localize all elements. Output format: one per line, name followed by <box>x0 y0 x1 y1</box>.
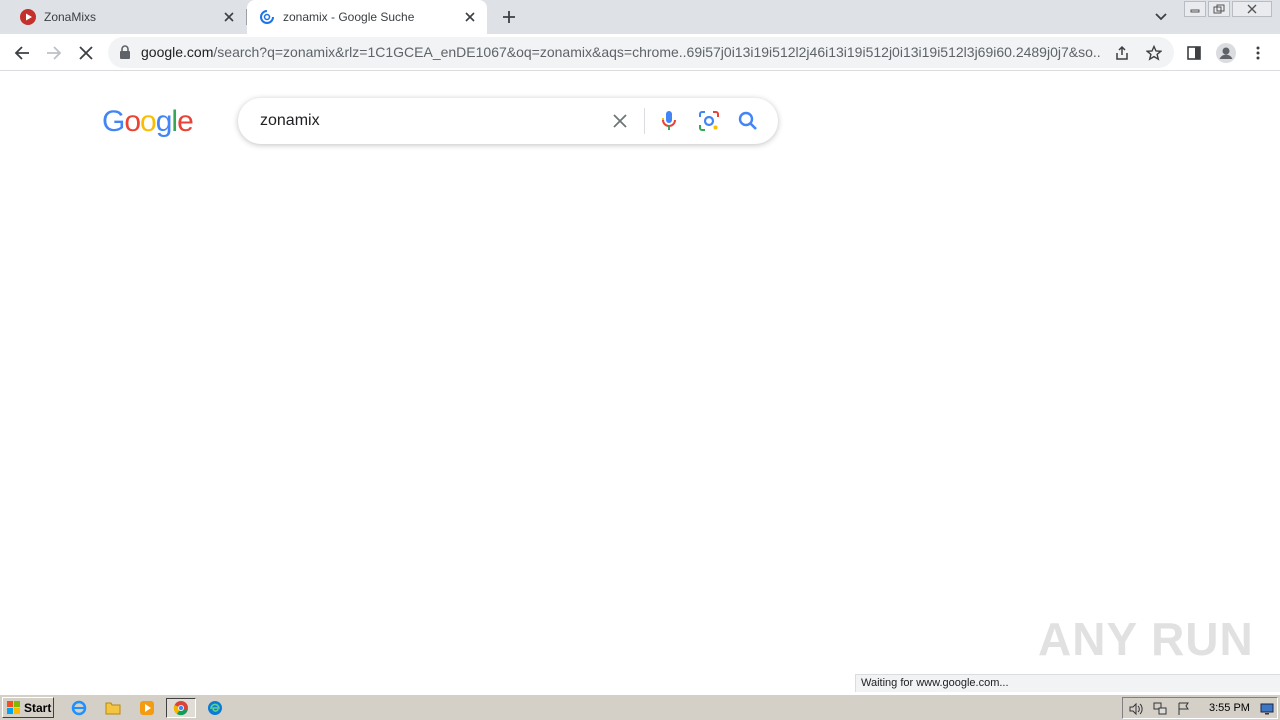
search-icon <box>738 111 757 130</box>
flag-icon <box>1178 702 1189 715</box>
close-icon <box>613 114 627 128</box>
internet-explorer-icon <box>71 700 87 716</box>
google-loading-icon <box>260 10 274 24</box>
taskbar: Start 3:55 PM <box>0 694 1280 720</box>
edge-icon <box>208 701 222 715</box>
more-vertical-icon <box>1256 46 1260 60</box>
logo-letter: e <box>177 105 194 138</box>
minimize-icon <box>1190 9 1200 13</box>
logo-letter: o <box>140 105 157 138</box>
voice-search-button[interactable] <box>657 109 681 133</box>
tab-zonamixs[interactable]: ZonaMixs <box>0 0 246 34</box>
address-url[interactable]: google.com/search?q=zonamix&rlz=1C1GCEA_… <box>141 37 1101 68</box>
media-player-icon <box>140 701 154 715</box>
minimize-button[interactable] <box>1184 1 1206 17</box>
restore-button[interactable] <box>1208 1 1230 17</box>
profile-button[interactable] <box>1213 40 1239 66</box>
tab-search-button[interactable] <box>1150 6 1172 28</box>
logo-letter: g <box>155 105 173 138</box>
address-bar[interactable]: google.com/search?q=zonamix&rlz=1C1GCEA_… <box>108 37 1174 68</box>
browser-toolbar: google.com/search?q=zonamix&rlz=1C1GCEA_… <box>0 34 1280 71</box>
share-icon <box>1116 45 1128 60</box>
logo-letter: G <box>102 105 125 138</box>
new-tab-button[interactable] <box>497 5 521 29</box>
clear-search-button[interactable] <box>608 109 632 133</box>
tab-label: ZonaMixs <box>44 10 97 24</box>
chrome-taskbar-button[interactable] <box>166 698 196 718</box>
plus-icon <box>503 11 515 23</box>
action-center-tray-button[interactable] <box>1176 701 1192 717</box>
avatar-icon <box>1216 43 1236 63</box>
close-window-button[interactable] <box>1232 1 1272 17</box>
volume-tray-button[interactable] <box>1128 701 1144 717</box>
media-player-button[interactable] <box>136 698 158 718</box>
menu-button[interactable] <box>1245 40 1271 66</box>
folder-icon <box>105 702 121 715</box>
restore-icon <box>1213 4 1225 14</box>
arrow-left-icon <box>14 46 29 60</box>
system-tray: 3:55 PM <box>1122 697 1278 719</box>
side-panel-button[interactable] <box>1181 40 1207 66</box>
status-bubble: Waiting for www.google.com... <box>855 674 1280 692</box>
desktop-icon <box>1260 703 1274 715</box>
camera-lens-icon <box>699 111 719 131</box>
network-icon <box>1153 702 1167 715</box>
file-explorer-button[interactable] <box>102 698 124 718</box>
edge-taskbar-button[interactable] <box>204 698 226 718</box>
chrome-icon <box>173 701 188 716</box>
bookmark-button[interactable] <box>1144 43 1164 63</box>
google-logo[interactable]: Google <box>102 104 194 140</box>
url-host: google.com <box>141 44 214 60</box>
internet-explorer-button[interactable] <box>68 698 90 718</box>
stop-button[interactable] <box>73 40 99 66</box>
share-button[interactable] <box>1112 43 1132 63</box>
start-label: Start <box>24 700 52 715</box>
chevron-down-icon <box>1155 13 1167 21</box>
show-desktop-button[interactable] <box>1259 701 1275 717</box>
search-submit-button[interactable] <box>736 109 760 133</box>
microphone-icon <box>662 111 676 130</box>
side-panel-icon <box>1187 46 1201 60</box>
tab-strip: ZonaMixs zonamix - Google Suche <box>0 0 1280 34</box>
clock[interactable]: 3:55 PM <box>1209 698 1250 718</box>
youtube-icon <box>20 9 36 25</box>
logo-letter: o <box>124 105 141 138</box>
search-input[interactable] <box>258 106 598 136</box>
speaker-icon <box>1129 702 1143 716</box>
forward-button[interactable] <box>41 40 67 66</box>
anyrun-watermark: ANY RUN <box>1038 613 1254 665</box>
lock-icon <box>120 45 130 59</box>
stop-icon <box>79 46 93 60</box>
close-tab-icon[interactable] <box>459 6 481 28</box>
windows-flag-icon <box>7 700 20 714</box>
url-path: /search?q=zonamix&rlz=1C1GCEA_enDE1067&o… <box>213 44 1101 60</box>
start-button[interactable]: Start <box>2 697 54 718</box>
back-button[interactable] <box>9 40 35 66</box>
close-icon <box>1247 4 1257 14</box>
close-tab-icon[interactable] <box>218 6 240 28</box>
tab-google-search[interactable]: zonamix - Google Suche <box>247 0 487 34</box>
arrow-right-icon <box>47 46 62 60</box>
star-icon <box>1146 45 1162 61</box>
search-divider <box>644 108 645 134</box>
network-tray-button[interactable] <box>1152 701 1168 717</box>
image-search-button[interactable] <box>697 109 721 133</box>
tab-label: zonamix - Google Suche <box>283 10 415 24</box>
search-box <box>238 98 778 144</box>
